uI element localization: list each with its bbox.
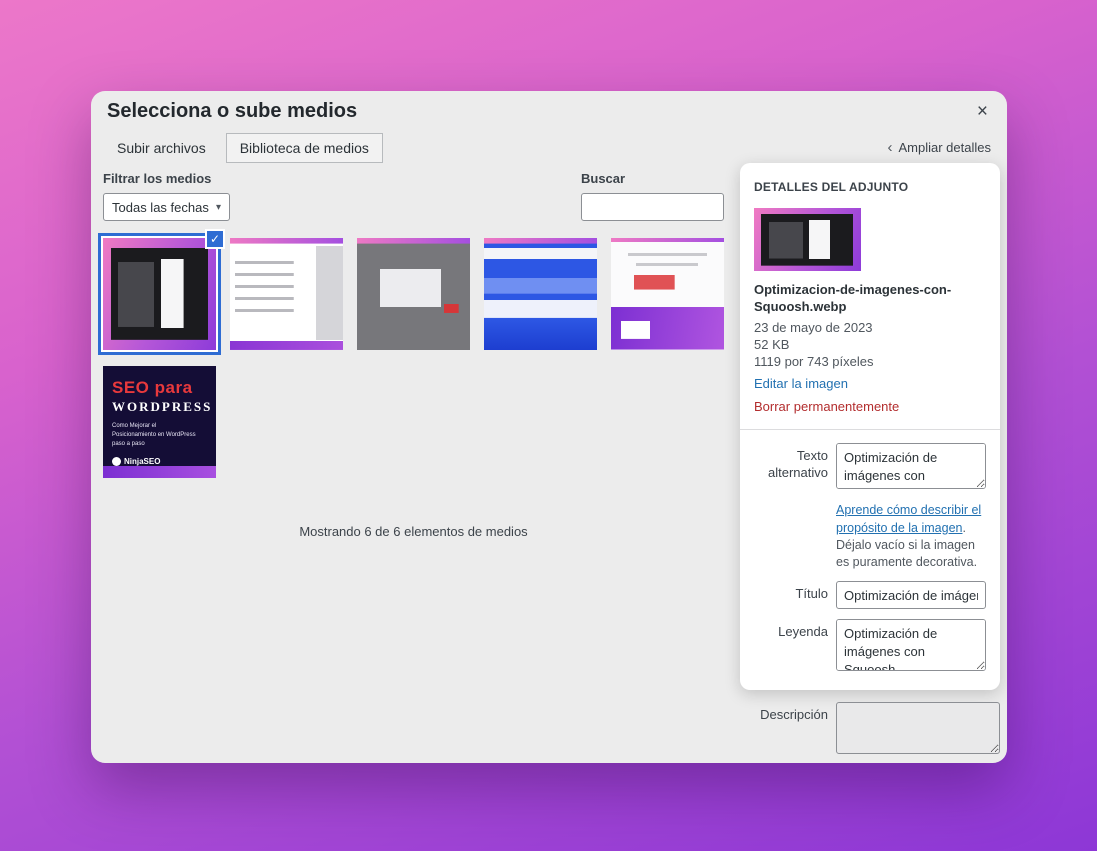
media-thumbnail-blue-page: [484, 238, 597, 350]
caption-label: Leyenda: [754, 619, 828, 676]
title-label: Título: [754, 581, 828, 609]
attachment-preview-image: [754, 208, 861, 271]
caption-textarea[interactable]: Optimización de imágenes con Squoosh: [836, 619, 986, 671]
showing-count-text: Mostrando 6 de 6 elementos de medios: [103, 524, 724, 539]
date-filter-value: Todas las fechas: [112, 200, 209, 215]
media-item-5[interactable]: [611, 238, 724, 350]
delete-permanently-link[interactable]: Borrar permanentemente: [754, 399, 899, 414]
alt-help-row: Aprende cómo describir el propósito de l…: [754, 504, 986, 571]
attachment-filesize: 52 KB: [754, 337, 986, 354]
banner-title-line1: SEO para: [112, 378, 193, 398]
additional-fields: Descripción URL del archivo:: [740, 702, 1000, 763]
attachment-details-card: DETALLES DEL ADJUNTO Optimizacion-de-ima…: [740, 163, 1000, 690]
expand-details-button[interactable]: ‹ Ampliar detalles: [888, 140, 992, 155]
banner-title-line2: WordPress: [112, 399, 212, 415]
media-item-2[interactable]: [230, 238, 343, 350]
media-item-squoosh-selected[interactable]: ✓: [103, 238, 216, 350]
attachment-dimensions: 1119 por 743 píxeles: [754, 354, 986, 371]
attachment-filename: Optimizacion-de-imagenes-con-Squoosh.web…: [754, 282, 986, 316]
banner-brand-name: NinjaSEO: [124, 457, 160, 466]
expand-details-label: Ampliar detalles: [899, 140, 992, 155]
alt-text-textarea[interactable]: Optimización de imágenes con Squoosh: [836, 443, 986, 489]
date-filter-select[interactable]: Todas las fechas ▾: [103, 193, 230, 221]
alt-help-link[interactable]: Aprende cómo describir el propósito de l…: [836, 503, 981, 534]
search-input[interactable]: [581, 193, 724, 221]
attachment-date: 23 de mayo de 2023: [754, 320, 986, 337]
media-toolbar: Filtrar los medios Todas las fechas ▾ Bu…: [103, 171, 724, 221]
chevron-left-icon: ‹: [888, 140, 893, 155]
filter-label: Filtrar los medios: [103, 171, 230, 186]
media-thumbnail-editor-page: [230, 238, 343, 350]
tab-upload-files[interactable]: Subir archivos: [103, 133, 220, 163]
media-thumbnail-squoosh: [103, 238, 216, 350]
alt-help-spacer: [754, 504, 828, 571]
media-grid: ✓ SEO para WordPress Como Mejorar el Pos…: [103, 238, 724, 478]
search-stack: Buscar: [581, 171, 724, 221]
title-input[interactable]: [836, 581, 986, 609]
alt-text-row: Texto alternativo Optimización de imágen…: [754, 443, 986, 494]
ninjaseo-logo-icon: [112, 457, 121, 466]
close-icon[interactable]: ×: [968, 97, 997, 127]
media-library-panel: Filtrar los medios Todas las fechas ▾ Bu…: [103, 171, 724, 539]
caption-row: Leyenda Optimización de imágenes con Squ…: [754, 619, 986, 676]
description-label: Descripción: [740, 702, 828, 759]
media-modal: Selecciona o sube medios × Subir archivo…: [91, 91, 1007, 763]
banner-brand: NinjaSEO: [112, 457, 160, 466]
description-textarea[interactable]: [836, 702, 1000, 754]
banner-subtitle: Como Mejorar el Posicionamiento en WordP…: [112, 422, 196, 449]
media-item-4[interactable]: [484, 238, 597, 350]
title-row: Título: [754, 581, 986, 609]
description-row: Descripción: [740, 702, 1000, 759]
page-title: Selecciona o sube medios: [107, 100, 357, 123]
media-thumbnail-dialog-page: [357, 238, 470, 350]
alt-help-text: Aprende cómo describir el propósito de l…: [836, 502, 986, 571]
attachment-details-column: DETALLES DEL ADJUNTO Optimizacion-de-ima…: [740, 163, 1000, 763]
edit-image-link[interactable]: Editar la imagen: [754, 376, 848, 391]
search-label: Buscar: [581, 171, 724, 186]
filter-stack: Filtrar los medios Todas las fechas ▾: [103, 171, 230, 221]
media-item-6[interactable]: SEO para WordPress Como Mejorar el Posic…: [103, 366, 216, 478]
media-thumbnail-seo-banner: SEO para WordPress Como Mejorar el Posic…: [103, 366, 216, 478]
media-item-3[interactable]: [357, 238, 470, 350]
modal-tabs: Subir archivos Biblioteca de medios: [103, 133, 383, 163]
check-icon: ✓: [205, 229, 225, 249]
details-divider: [740, 429, 1000, 430]
chevron-down-icon: ▾: [216, 202, 221, 213]
tab-media-library[interactable]: Biblioteca de medios: [226, 133, 383, 163]
details-heading: DETALLES DEL ADJUNTO: [754, 180, 986, 194]
alt-text-label: Texto alternativo: [754, 443, 828, 494]
media-thumbnail-landing-page: [611, 238, 724, 350]
